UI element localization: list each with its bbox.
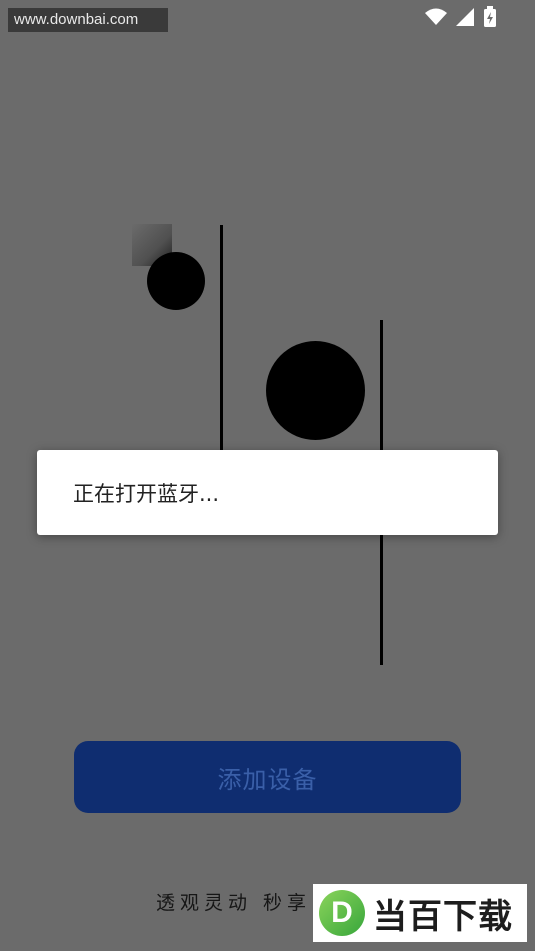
logo-d-icon: D — [319, 890, 365, 936]
signal-icon — [455, 7, 475, 27]
download-site-logo: D 当百下载 — [313, 884, 527, 942]
logo-text: 当百下载 — [373, 896, 513, 937]
status-bar — [425, 6, 497, 28]
add-device-button[interactable]: 添加设备 — [74, 741, 461, 813]
dialog-message: 正在打开蓝牙... — [73, 482, 220, 506]
vertical-line-left — [220, 225, 223, 450]
bluetooth-progress-dialog: 正在打开蓝牙... — [37, 450, 498, 535]
slogan-text: 透观灵动 秒享 — [156, 892, 312, 914]
small-circle-decoration — [147, 252, 205, 310]
battery-charging-icon — [483, 6, 497, 28]
watermark-text: www.downbai.com — [8, 8, 168, 32]
large-circle-decoration — [266, 341, 365, 440]
wifi-icon — [425, 8, 447, 26]
